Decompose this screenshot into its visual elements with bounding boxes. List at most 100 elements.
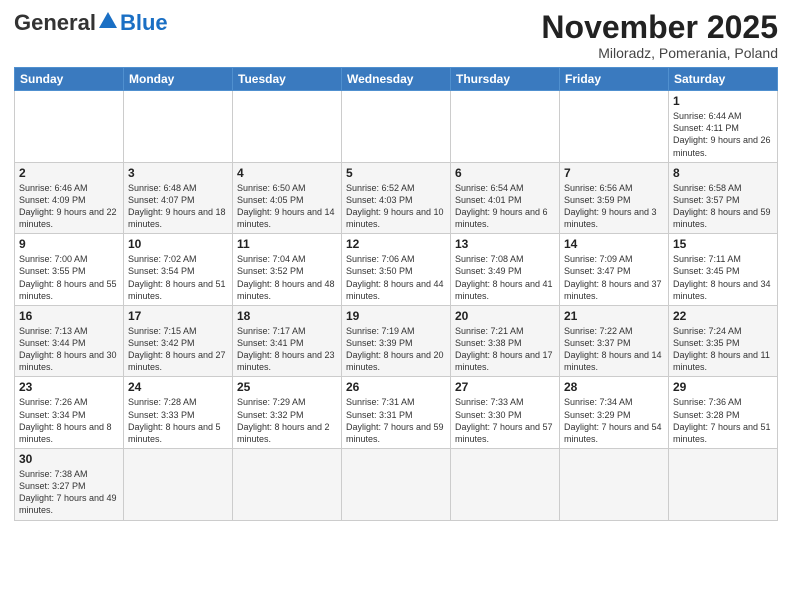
day-number: 19: [346, 309, 446, 323]
day-number: 30: [19, 452, 119, 466]
day-number: 6: [455, 166, 555, 180]
day-number: 8: [673, 166, 773, 180]
day-number: 12: [346, 237, 446, 251]
logo-blue-text: Blue: [120, 10, 168, 36]
day-number: 26: [346, 380, 446, 394]
table-row: 20 Sunrise: 7:21 AM Sunset: 3:38 PM Dayli…: [451, 305, 560, 377]
day-info: Sunrise: 7:31 AM Sunset: 3:31 PM Dayligh…: [346, 396, 446, 445]
day-info: Sunrise: 7:29 AM Sunset: 3:32 PM Dayligh…: [237, 396, 337, 445]
day-info: Sunrise: 7:24 AM Sunset: 3:35 PM Dayligh…: [673, 325, 773, 374]
table-row: 2 Sunrise: 6:46 AM Sunset: 4:09 PM Daylig…: [15, 162, 124, 234]
day-number: 24: [128, 380, 228, 394]
day-number: 5: [346, 166, 446, 180]
calendar-week-row: 1Sunrise: 6:44 AM Sunset: 4:11 PM Daylig…: [15, 91, 778, 163]
day-info: Sunrise: 7:36 AM Sunset: 3:28 PM Dayligh…: [673, 396, 773, 445]
day-info: Sunrise: 6:44 AM Sunset: 4:11 PM Dayligh…: [673, 110, 773, 159]
table-row: 26 Sunrise: 7:31 AM Sunset: 3:31 PM Dayli…: [342, 377, 451, 449]
calendar-subtitle: Miloradz, Pomerania, Poland: [541, 45, 778, 61]
day-info: Sunrise: 7:15 AM Sunset: 3:42 PM Dayligh…: [128, 325, 228, 374]
table-row: 24 Sunrise: 7:28 AM Sunset: 3:33 PM Dayli…: [124, 377, 233, 449]
table-row: 27 Sunrise: 7:33 AM Sunset: 3:30 PM Dayli…: [451, 377, 560, 449]
day-number: 16: [19, 309, 119, 323]
day-info: Sunrise: 7:11 AM Sunset: 3:45 PM Dayligh…: [673, 253, 773, 302]
table-row: 17 Sunrise: 7:15 AM Sunset: 3:42 PM Dayli…: [124, 305, 233, 377]
table-row: [124, 91, 233, 163]
day-number: 11: [237, 237, 337, 251]
table-row: 12Sunrise: 7:06 AM Sunset: 3:50 PM Dayli…: [342, 234, 451, 306]
col-wednesday: Wednesday: [342, 68, 451, 91]
table-row: 5 Sunrise: 6:52 AM Sunset: 4:03 PM Daylig…: [342, 162, 451, 234]
calendar-week-row: 30Sunrise: 7:38 AM Sunset: 3:27 PM Dayli…: [15, 449, 778, 521]
day-info: Sunrise: 6:58 AM Sunset: 3:57 PM Dayligh…: [673, 182, 773, 231]
col-tuesday: Tuesday: [233, 68, 342, 91]
day-info: Sunrise: 7:34 AM Sunset: 3:29 PM Dayligh…: [564, 396, 664, 445]
day-info: Sunrise: 6:50 AM Sunset: 4:05 PM Dayligh…: [237, 182, 337, 231]
day-number: 13: [455, 237, 555, 251]
day-number: 10: [128, 237, 228, 251]
day-info: Sunrise: 7:02 AM Sunset: 3:54 PM Dayligh…: [128, 253, 228, 302]
col-thursday: Thursday: [451, 68, 560, 91]
calendar-title: November 2025: [541, 10, 778, 45]
title-block: November 2025 Miloradz, Pomerania, Polan…: [541, 10, 778, 61]
table-row: 23 Sunrise: 7:26 AM Sunset: 3:34 PM Dayli…: [15, 377, 124, 449]
col-sunday: Sunday: [15, 68, 124, 91]
table-row: 16 Sunrise: 7:13 AM Sunset: 3:44 PM Dayli…: [15, 305, 124, 377]
calendar-header-row: Sunday Monday Tuesday Wednesday Thursday…: [15, 68, 778, 91]
day-number: 22: [673, 309, 773, 323]
day-info: Sunrise: 6:46 AM Sunset: 4:09 PM Dayligh…: [19, 182, 119, 231]
logo-general-text: General: [14, 10, 96, 36]
day-number: 21: [564, 309, 664, 323]
table-row: 9Sunrise: 7:00 AM Sunset: 3:55 PM Daylig…: [15, 234, 124, 306]
table-row: 6 Sunrise: 6:54 AM Sunset: 4:01 PM Daylig…: [451, 162, 560, 234]
day-number: 27: [455, 380, 555, 394]
table-row: 15Sunrise: 7:11 AM Sunset: 3:45 PM Dayli…: [669, 234, 778, 306]
day-info: Sunrise: 6:52 AM Sunset: 4:03 PM Dayligh…: [346, 182, 446, 231]
table-row: 4Sunrise: 6:50 AM Sunset: 4:05 PM Daylig…: [233, 162, 342, 234]
table-row: 14Sunrise: 7:09 AM Sunset: 3:47 PM Dayli…: [560, 234, 669, 306]
table-row: [342, 91, 451, 163]
day-number: 3: [128, 166, 228, 180]
day-number: 7: [564, 166, 664, 180]
day-info: Sunrise: 6:54 AM Sunset: 4:01 PM Dayligh…: [455, 182, 555, 231]
day-info: Sunrise: 6:56 AM Sunset: 3:59 PM Dayligh…: [564, 182, 664, 231]
day-number: 23: [19, 380, 119, 394]
table-row: 28 Sunrise: 7:34 AM Sunset: 3:29 PM Dayli…: [560, 377, 669, 449]
table-row: [15, 91, 124, 163]
table-row: [124, 449, 233, 521]
day-number: 17: [128, 309, 228, 323]
calendar-week-row: 2 Sunrise: 6:46 AM Sunset: 4:09 PM Daylig…: [15, 162, 778, 234]
col-monday: Monday: [124, 68, 233, 91]
day-info: Sunrise: 7:13 AM Sunset: 3:44 PM Dayligh…: [19, 325, 119, 374]
table-row: 19 Sunrise: 7:19 AM Sunset: 3:39 PM Dayli…: [342, 305, 451, 377]
table-row: 29Sunrise: 7:36 AM Sunset: 3:28 PM Dayli…: [669, 377, 778, 449]
table-row: 13 Sunrise: 7:08 AM Sunset: 3:49 PM Dayli…: [451, 234, 560, 306]
table-row: [669, 449, 778, 521]
calendar-week-row: 9Sunrise: 7:00 AM Sunset: 3:55 PM Daylig…: [15, 234, 778, 306]
table-row: [560, 91, 669, 163]
header: General Blue November 2025 Miloradz, Pom…: [14, 10, 778, 61]
day-info: Sunrise: 7:00 AM Sunset: 3:55 PM Dayligh…: [19, 253, 119, 302]
col-friday: Friday: [560, 68, 669, 91]
table-row: [560, 449, 669, 521]
table-row: 8 Sunrise: 6:58 AM Sunset: 3:57 PM Daylig…: [669, 162, 778, 234]
day-info: Sunrise: 7:19 AM Sunset: 3:39 PM Dayligh…: [346, 325, 446, 374]
table-row: 22 Sunrise: 7:24 AM Sunset: 3:35 PM Dayli…: [669, 305, 778, 377]
day-info: Sunrise: 6:48 AM Sunset: 4:07 PM Dayligh…: [128, 182, 228, 231]
day-info: Sunrise: 7:26 AM Sunset: 3:34 PM Dayligh…: [19, 396, 119, 445]
table-row: [233, 449, 342, 521]
day-info: Sunrise: 7:33 AM Sunset: 3:30 PM Dayligh…: [455, 396, 555, 445]
table-row: [451, 449, 560, 521]
day-number: 28: [564, 380, 664, 394]
day-number: 18: [237, 309, 337, 323]
day-info: Sunrise: 7:21 AM Sunset: 3:38 PM Dayligh…: [455, 325, 555, 374]
table-row: 18Sunrise: 7:17 AM Sunset: 3:41 PM Dayli…: [233, 305, 342, 377]
day-info: Sunrise: 7:08 AM Sunset: 3:49 PM Dayligh…: [455, 253, 555, 302]
day-number: 2: [19, 166, 119, 180]
day-info: Sunrise: 7:09 AM Sunset: 3:47 PM Dayligh…: [564, 253, 664, 302]
logo: General Blue: [14, 10, 168, 36]
day-info: Sunrise: 7:28 AM Sunset: 3:33 PM Dayligh…: [128, 396, 228, 445]
table-row: 11Sunrise: 7:04 AM Sunset: 3:52 PM Dayli…: [233, 234, 342, 306]
table-row: [233, 91, 342, 163]
day-number: 25: [237, 380, 337, 394]
day-number: 20: [455, 309, 555, 323]
